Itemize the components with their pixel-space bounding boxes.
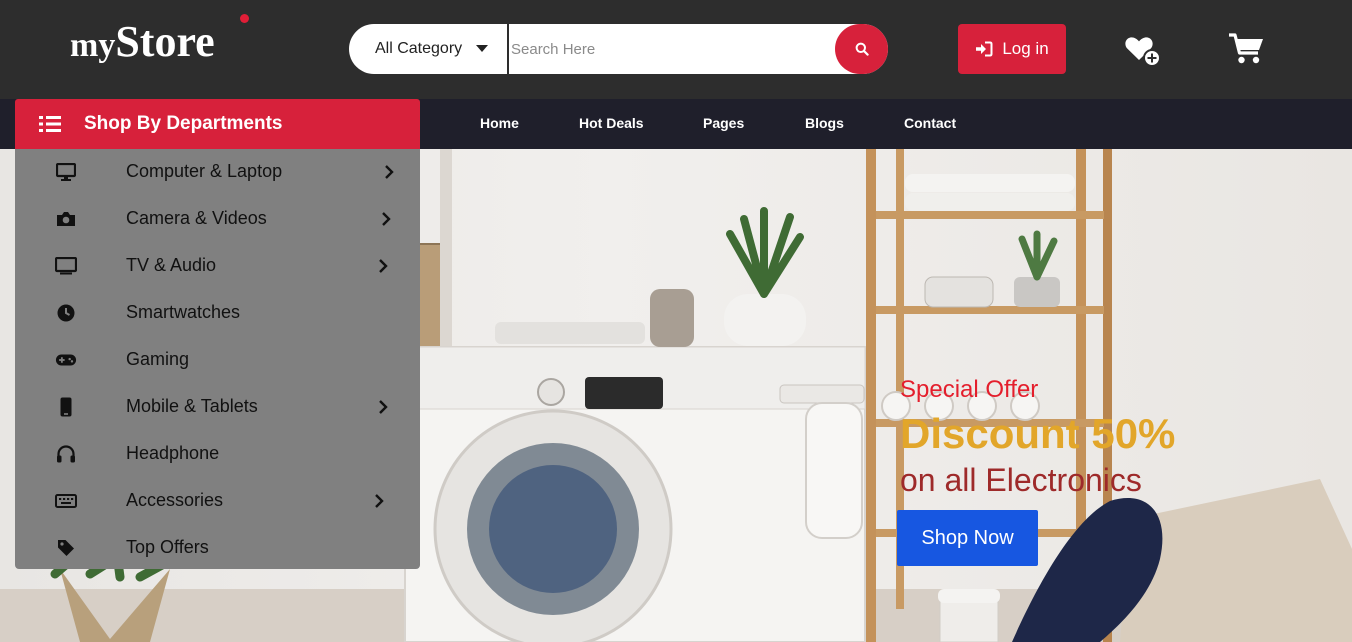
department-item-headphone[interactable]: Headphone — [15, 431, 420, 478]
cart-button[interactable] — [1228, 32, 1266, 71]
department-item-gaming[interactable]: Gaming — [15, 337, 420, 384]
login-icon — [976, 41, 993, 57]
desktop-icon — [55, 161, 77, 183]
search-bar: All Category — [349, 24, 888, 74]
special-offer-label: Special Offer — [900, 376, 1039, 403]
caret-down-icon — [476, 45, 488, 52]
search-icon — [855, 42, 869, 56]
department-item-camera-videos[interactable]: Camera & Videos — [15, 196, 420, 243]
category-select[interactable]: All Category — [349, 24, 509, 74]
chevron-right-icon — [378, 397, 390, 417]
department-label: TV & Audio — [126, 255, 217, 275]
keyboard-icon — [55, 490, 77, 512]
shop-by-departments-button[interactable]: Shop By Departments — [15, 99, 420, 149]
heart-plus-icon — [1125, 37, 1161, 67]
tag-icon — [55, 537, 77, 559]
shop-now-label: Shop Now — [921, 526, 1014, 549]
department-label: Gaming — [126, 349, 190, 369]
departments-label: Shop By Departments — [84, 113, 283, 134]
department-label: Camera & Videos — [126, 208, 267, 228]
department-item-mobile-tablets[interactable]: Mobile & Tablets — [15, 384, 420, 431]
discount-label: Discount 50% — [900, 410, 1176, 457]
department-label: Top Offers — [126, 537, 209, 557]
top-header: myStore All Category Log in — [0, 0, 1352, 99]
search-input[interactable] — [511, 24, 833, 74]
nav-link-contact[interactable]: Contact — [904, 115, 956, 131]
nav-link-blogs[interactable]: Blogs — [805, 115, 844, 131]
wishlist-button[interactable] — [1124, 34, 1162, 73]
nav-link-hot-deals[interactable]: Hot Deals — [579, 115, 644, 131]
camera-icon — [55, 208, 77, 230]
category-select-label: All Category — [375, 40, 463, 57]
department-item-tv-audio[interactable]: TV & Audio — [15, 243, 420, 290]
chevron-right-icon — [381, 209, 393, 229]
department-label: Headphone — [126, 443, 220, 463]
chevron-right-icon — [384, 162, 396, 182]
shop-now-button[interactable]: Shop Now — [897, 510, 1038, 566]
department-label: Accessories — [126, 490, 224, 510]
store-logo[interactable]: myStore — [70, 16, 215, 67]
login-label: Log in — [1002, 39, 1049, 58]
chevron-right-icon — [378, 256, 390, 276]
nav-link-home[interactable]: Home — [480, 115, 519, 131]
tv-icon — [55, 255, 77, 277]
departments-menu: Computer & Laptop Camera & Videos TV & A… — [15, 149, 420, 569]
gamepad-icon — [55, 349, 77, 371]
department-item-accessories[interactable]: Accessories — [15, 478, 420, 525]
logo-main: Store — [115, 17, 215, 66]
clock-icon — [55, 302, 77, 324]
login-button[interactable]: Log in — [958, 24, 1066, 74]
hero-subtitle: on all Electronics — [900, 462, 1142, 498]
chevron-right-icon — [374, 491, 386, 511]
logo-prefix: my — [70, 27, 116, 64]
department-item-top-offers[interactable]: Top Offers — [15, 525, 420, 572]
search-button[interactable] — [835, 24, 888, 74]
cart-icon — [1229, 33, 1263, 64]
mobile-icon — [55, 396, 77, 418]
list-icon — [39, 116, 61, 132]
department-label: Mobile & Tablets — [126, 396, 258, 416]
department-item-smartwatches[interactable]: Smartwatches — [15, 290, 420, 337]
department-label: Computer & Laptop — [126, 161, 283, 181]
department-item-computer-laptop[interactable]: Computer & Laptop — [15, 149, 420, 196]
logo-dot — [240, 14, 249, 23]
department-label: Smartwatches — [126, 302, 241, 322]
headphones-icon — [55, 443, 77, 465]
nav-link-pages[interactable]: Pages — [703, 115, 744, 131]
